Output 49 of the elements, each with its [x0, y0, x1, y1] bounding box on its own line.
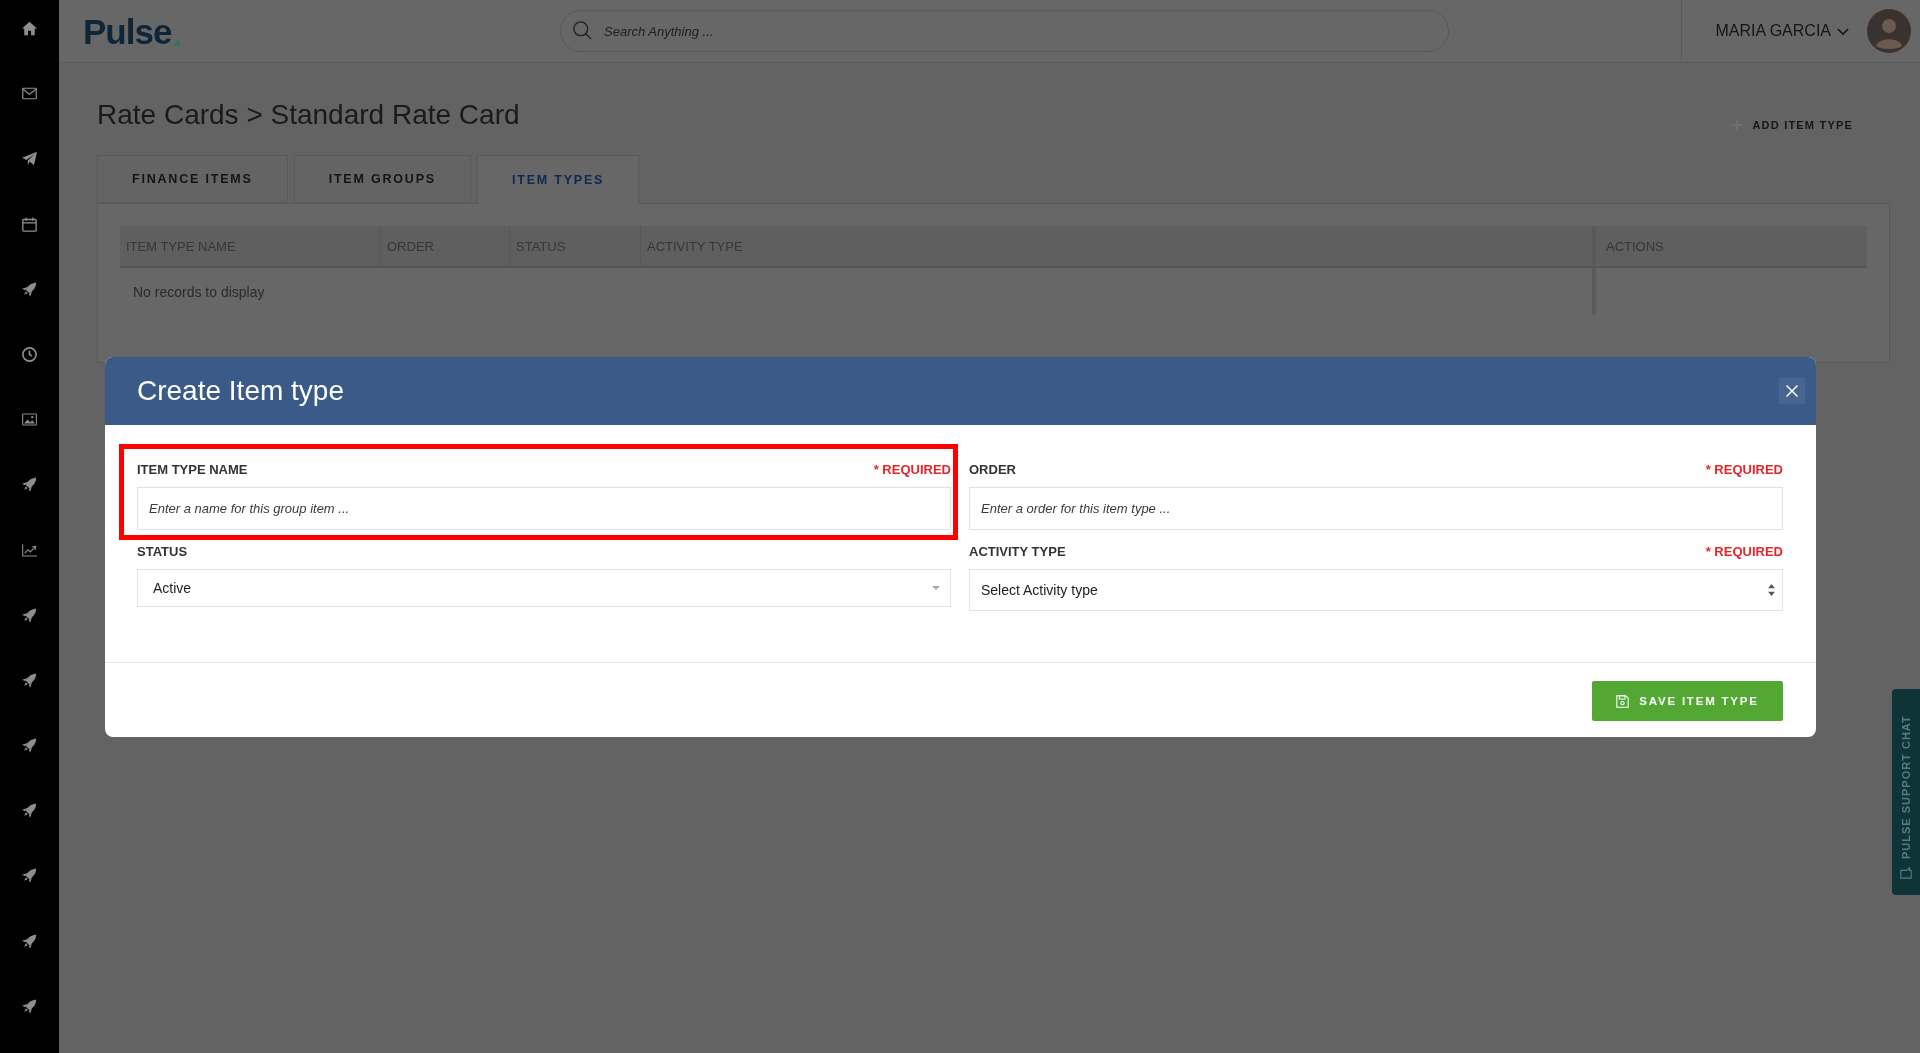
search-icon	[573, 21, 592, 40]
rocket-icon[interactable]	[22, 933, 37, 949]
page-title: Rate Cards > Standard Rate Card	[97, 98, 520, 132]
rocket-icon[interactable]	[22, 998, 37, 1014]
rocket-icon[interactable]	[22, 868, 37, 884]
clock-icon[interactable]	[22, 346, 37, 362]
close-button[interactable]	[1779, 378, 1805, 404]
select-field[interactable]: Select Activity type	[969, 569, 1783, 611]
home-icon[interactable]	[22, 21, 37, 36]
search-field[interactable]: Search Anything ...	[560, 10, 1449, 52]
text-input[interactable]: Enter a order for this item type ...	[969, 487, 1783, 530]
required-label: * REQUIRED	[1705, 462, 1783, 477]
add-item-type-button[interactable]: ADD ITEM TYPE	[1732, 119, 1853, 131]
required-label: * REQUIRED	[1705, 544, 1783, 559]
required-label: * REQUIRED	[873, 462, 951, 477]
line-chart-icon[interactable]	[22, 542, 37, 558]
tab[interactable]: ITEM GROUPS	[293, 155, 471, 203]
dialog-title: Create Item type	[137, 375, 344, 407]
save-icon	[1616, 694, 1630, 708]
chevron-down-icon	[1837, 27, 1849, 35]
logo: Pulse	[83, 13, 172, 49]
text-input[interactable]: Enter a name for this group item ...	[137, 487, 951, 530]
rocket-icon[interactable]	[22, 607, 37, 623]
save-button[interactable]: SAVE ITEM TYPE	[1592, 681, 1783, 721]
mail-icon[interactable]	[22, 86, 37, 102]
image-icon[interactable]	[22, 412, 37, 428]
dropdown-field[interactable]: Active	[137, 569, 951, 607]
field-label: STATUS	[137, 544, 188, 559]
empty-message: No records to display	[133, 283, 265, 300]
field-label: ITEM TYPE NAME	[137, 462, 248, 477]
field-label: ORDER	[969, 462, 1016, 477]
rocket-icon[interactable]	[22, 803, 37, 819]
paper-plane-icon[interactable]	[22, 151, 37, 167]
avatar	[1867, 9, 1911, 53]
field-label: ACTIVITY TYPE	[969, 544, 1066, 559]
up-down-arrows-icon	[1768, 584, 1775, 596]
tab[interactable]: FINANCE ITEMS	[97, 155, 288, 203]
rocket-icon[interactable]	[22, 672, 37, 688]
rocket-icon[interactable]	[22, 477, 37, 493]
tab[interactable]: ITEM TYPES	[476, 155, 640, 204]
close-icon	[1786, 385, 1798, 397]
chat-icon	[1900, 867, 1912, 879]
rocket-icon[interactable]	[22, 281, 37, 297]
user-menu[interactable]: MARIA GARCIA	[1715, 22, 1849, 40]
calendar-icon[interactable]	[22, 216, 37, 232]
rocket-icon[interactable]	[22, 738, 37, 754]
caret-icon	[932, 586, 940, 590]
support-chat-tab[interactable]: PULSE SUPPORT CHAT	[1892, 689, 1920, 895]
triangle-icon	[172, 37, 181, 46]
